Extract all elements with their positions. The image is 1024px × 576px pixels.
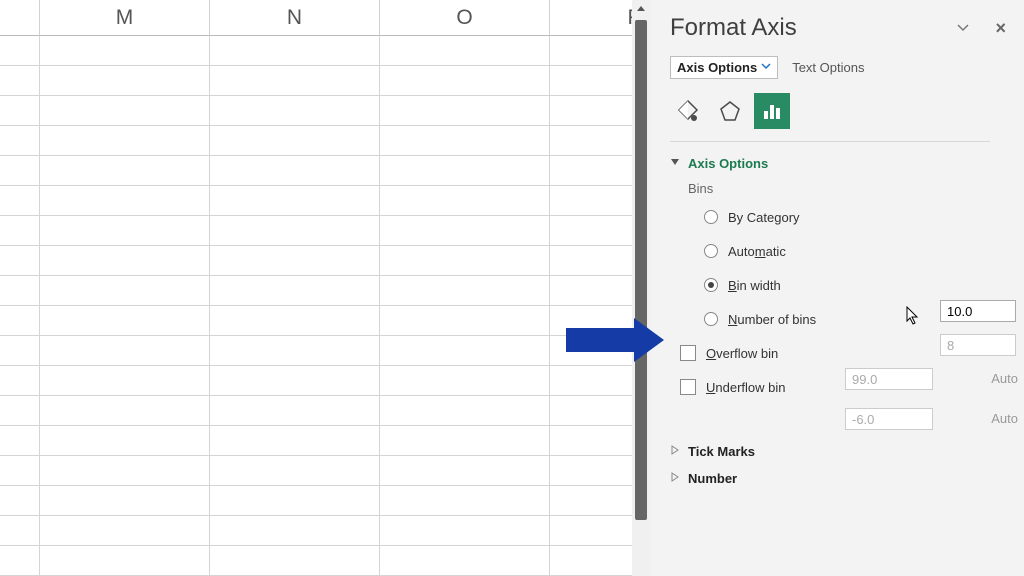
scroll-thumb[interactable] bbox=[635, 20, 647, 520]
overflow-bin-input[interactable] bbox=[845, 368, 933, 390]
overflow-bin-label: Overflow bin bbox=[706, 346, 778, 361]
tab-axis-options-label: Axis Options bbox=[677, 60, 757, 75]
bin-width-label: Bin width bbox=[728, 278, 781, 293]
tab-axis-options[interactable]: Axis Options bbox=[670, 56, 778, 79]
bins-label: Bins bbox=[688, 181, 1024, 196]
checkbox-icon bbox=[680, 345, 696, 361]
section-axis-options-label: Axis Options bbox=[688, 156, 768, 171]
pane-title: Format Axis bbox=[670, 14, 797, 42]
effects-icon[interactable] bbox=[712, 93, 748, 129]
pane-options-dropdown-icon[interactable] bbox=[957, 19, 969, 37]
col-header-o[interactable]: O bbox=[380, 0, 550, 36]
number-of-bins-label: Number of bins bbox=[728, 312, 816, 327]
format-axis-pane: Format Axis × Axis Options Text Options bbox=[650, 0, 1024, 576]
chevron-down-icon bbox=[761, 62, 771, 74]
triangle-right-icon bbox=[670, 472, 680, 485]
tick-marks-label: Tick Marks bbox=[688, 444, 755, 459]
underflow-auto-label: Auto bbox=[991, 411, 1018, 426]
spreadsheet-grid[interactable]: M N O P bbox=[0, 0, 632, 576]
column-headers: M N O P bbox=[0, 0, 632, 36]
overflow-auto-label: Auto bbox=[991, 371, 1018, 386]
section-axis-options[interactable]: Axis Options bbox=[670, 156, 1024, 171]
triangle-right-icon bbox=[670, 445, 680, 458]
col-header-n[interactable]: N bbox=[210, 0, 380, 36]
col-header-m[interactable]: M bbox=[40, 0, 210, 36]
tab-text-options[interactable]: Text Options bbox=[792, 60, 864, 75]
radio-icon bbox=[704, 244, 718, 258]
automatic-label: Automatic bbox=[728, 244, 786, 259]
bin-width-input[interactable] bbox=[940, 300, 1016, 322]
radio-icon bbox=[704, 210, 718, 224]
annotation-arrow-icon bbox=[566, 328, 634, 352]
radio-by-category[interactable]: By Category bbox=[704, 206, 1024, 228]
triangle-down-icon bbox=[670, 157, 680, 170]
axis-options-icon[interactable] bbox=[754, 93, 790, 129]
divider bbox=[670, 141, 990, 142]
cursor-icon bbox=[906, 306, 918, 324]
section-number[interactable]: Number bbox=[670, 471, 1024, 486]
fill-line-icon[interactable] bbox=[670, 93, 706, 129]
close-icon[interactable]: × bbox=[995, 18, 1006, 39]
radio-automatic[interactable]: Automatic bbox=[704, 240, 1024, 262]
by-category-label: By Category bbox=[728, 210, 800, 225]
radio-selected-icon bbox=[704, 278, 718, 292]
radio-bin-width[interactable]: Bin width bbox=[704, 274, 1024, 296]
vertical-scrollbar[interactable] bbox=[632, 0, 650, 576]
radio-icon bbox=[704, 312, 718, 326]
number-label: Number bbox=[688, 471, 737, 486]
col-header-blank bbox=[0, 0, 40, 36]
section-tick-marks[interactable]: Tick Marks bbox=[670, 444, 1024, 459]
underflow-bin-label: Underflow bin bbox=[706, 380, 786, 395]
underflow-bin-input[interactable] bbox=[845, 408, 933, 430]
grid-rows bbox=[0, 36, 632, 576]
number-of-bins-input[interactable] bbox=[940, 334, 1016, 356]
checkbox-icon bbox=[680, 379, 696, 395]
scroll-up-arrow-icon[interactable] bbox=[632, 0, 650, 18]
